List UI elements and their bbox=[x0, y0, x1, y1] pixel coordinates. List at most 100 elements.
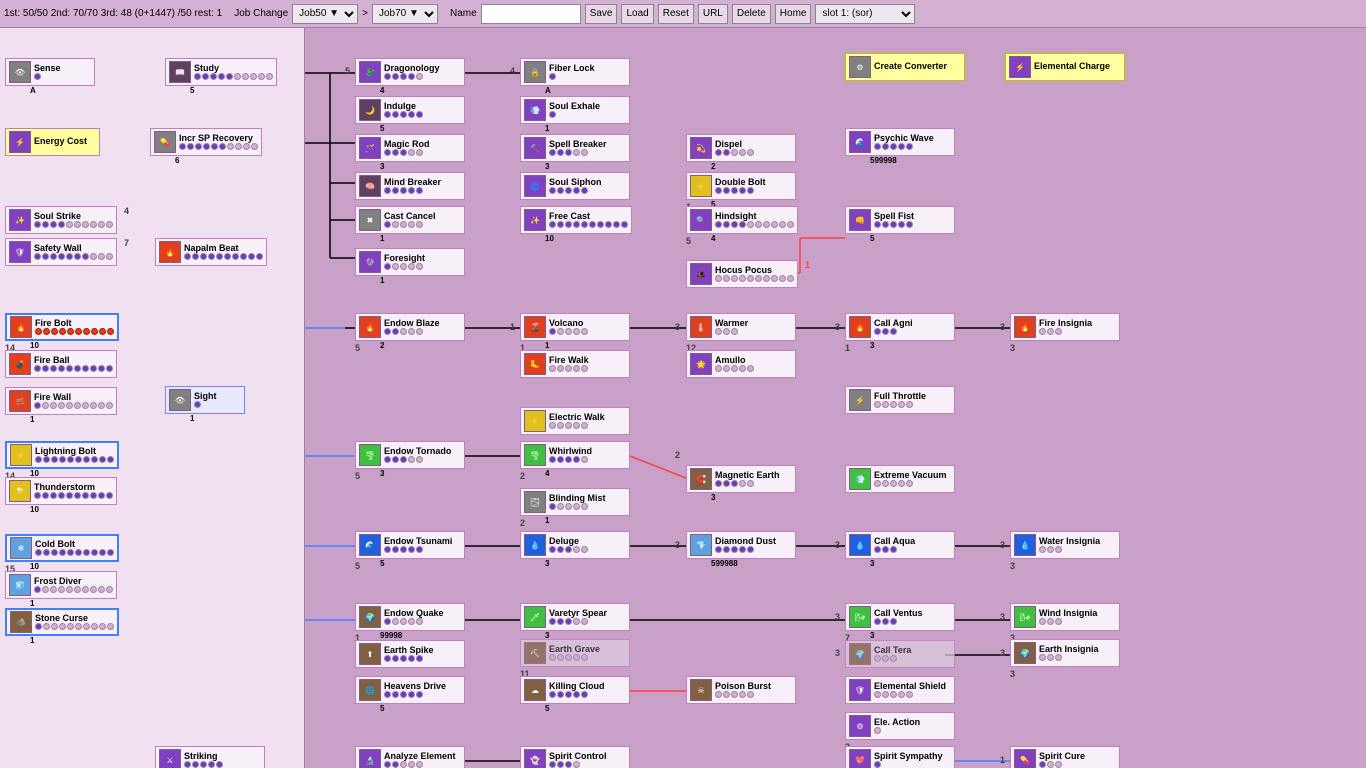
skill-poison-burst[interactable]: ☠ Poison Burst bbox=[686, 676, 796, 704]
save-button[interactable]: Save bbox=[585, 4, 618, 24]
delete-button[interactable]: Delete bbox=[732, 4, 771, 24]
skill-indulge[interactable]: 🌙 Indulge 5 bbox=[355, 96, 465, 133]
skill-spirit-control[interactable]: 👻 Spirit Control 3 bbox=[520, 746, 630, 768]
extremevacuum-icon: 💨 bbox=[849, 468, 871, 490]
fireball-icon: 💣 bbox=[9, 353, 31, 375]
skill-psychic-wave[interactable]: 🌊 Psychic Wave 599998 bbox=[845, 128, 955, 165]
soulstrike-name: Soul Strike bbox=[34, 212, 113, 222]
skill-deluge[interactable]: 💧 Deluge 3 bbox=[520, 531, 630, 568]
skill-striking[interactable]: ⚔ Striking 5 bbox=[155, 746, 265, 768]
job-to-select[interactable]: Job70 ▼ bbox=[372, 4, 438, 24]
skill-mind-breaker[interactable]: 🧠 Mind Breaker bbox=[355, 172, 465, 200]
skill-energy-cost[interactable]: ⚡ Energy Cost bbox=[5, 128, 100, 156]
skill-spell-breaker[interactable]: 🔨 Spell Breaker 3 bbox=[520, 134, 630, 171]
skill-magic-rod[interactable]: 🪄 Magic Rod 3 bbox=[355, 134, 465, 171]
skill-wind-insignia[interactable]: 🌬 Wind Insignia 3 bbox=[1010, 603, 1120, 631]
deluge-name: Deluge bbox=[549, 537, 588, 547]
skill-endow-blaze[interactable]: 🔥 Endow Blaze 2 5 bbox=[355, 313, 465, 350]
skill-volcano[interactable]: 🌋 Volcano 1 1 bbox=[520, 313, 630, 350]
skill-fiber-lock[interactable]: 🔒 Fiber Lock A bbox=[520, 58, 630, 95]
skill-lightning-bolt[interactable]: ⚡ Lightning Bolt 10 14 bbox=[5, 441, 119, 478]
skill-elemental-charge[interactable]: ⚡ Elemental Charge bbox=[1005, 53, 1125, 81]
skill-spirit-sympathy[interactable]: 💖 Spirit Sympathy 1 3 bbox=[845, 746, 955, 768]
url-button[interactable]: URL bbox=[698, 4, 728, 24]
skill-safety-wall[interactable]: 🛡 Safety Wall 7 bbox=[5, 238, 117, 266]
skill-cast-cancel[interactable]: ✖ Cast Cancel 1 bbox=[355, 206, 465, 243]
name-label: Name bbox=[450, 8, 477, 19]
name-input[interactable] bbox=[481, 4, 581, 24]
skill-earth-spike[interactable]: ⬆ Earth Spike bbox=[355, 640, 465, 668]
home-button[interactable]: Home bbox=[775, 4, 812, 24]
skill-electric-walk[interactable]: ⚡ Electric Walk bbox=[520, 407, 630, 435]
skill-heavens-drive[interactable]: 🌐 Heavens Drive 5 bbox=[355, 676, 465, 713]
skill-soul-exhale[interactable]: 💨 Soul Exhale 1 bbox=[520, 96, 630, 133]
skill-fire-bolt[interactable]: 🔥 Fire Bolt 10 14 bbox=[5, 313, 119, 350]
skill-hocus-pocus[interactable]: 🎩 Hocus Pocus 1 bbox=[686, 260, 798, 288]
skill-frost-diver[interactable]: 🧊 Frost Diver 1 bbox=[5, 571, 117, 608]
skill-thunderstorm[interactable]: ⛈ Thunderstorm 10 bbox=[5, 477, 117, 514]
skill-cold-bolt[interactable]: ❄ Cold Bolt 10 15 bbox=[5, 534, 119, 571]
skill-endow-tsunami[interactable]: 🌊 Endow Tsunami 5 5 bbox=[355, 531, 465, 568]
job-from-select[interactable]: Job50 ▼ bbox=[292, 4, 358, 24]
skill-endow-quake[interactable]: 🌍 Endow Quake 99998 1 bbox=[355, 603, 465, 640]
magneticearth-icon: 🧲 bbox=[690, 468, 712, 490]
skill-magnetic-earth[interactable]: 🧲 Magnetic Earth 3 bbox=[686, 465, 796, 502]
reset-button[interactable]: Reset bbox=[658, 4, 694, 24]
skill-water-insignia[interactable]: 💧 Water Insignia 3 bbox=[1010, 531, 1120, 559]
skill-call-ventus[interactable]: 🌬 Call Ventus 3 7 bbox=[845, 603, 955, 640]
skill-blinding-mist[interactable]: 🌫 Blinding Mist 1 2 bbox=[520, 488, 630, 525]
skill-spell-fist[interactable]: 👊 Spell Fist 5 bbox=[845, 206, 955, 243]
dispel-name: Dispel bbox=[715, 140, 754, 150]
skill-incr-sp[interactable]: 💊 Incr SP Recovery 6 bbox=[150, 128, 262, 165]
skill-dragonology[interactable]: 🐉 Dragonology 4 bbox=[355, 58, 465, 95]
skill-killing-cloud[interactable]: ☁ Killing Cloud 5 bbox=[520, 676, 630, 713]
skill-soul-strike[interactable]: ✨ Soul Strike 4 bbox=[5, 206, 117, 234]
skill-stone-curse[interactable]: 🪨 Stone Curse 1 bbox=[5, 608, 119, 645]
skill-hindsight[interactable]: 🔍 Hindsight 4 5 bbox=[686, 206, 798, 243]
skill-create-converter[interactable]: ⚙ Create Converter bbox=[845, 53, 965, 81]
spiritcontrol-name: Spirit Control bbox=[549, 752, 607, 762]
skill-sense[interactable]: 👁 Sense A bbox=[5, 58, 95, 95]
skill-sight[interactable]: 👁 Sight 1 bbox=[165, 386, 245, 423]
skill-analyze-element[interactable]: 🔬 Analyze Element 2 bbox=[355, 746, 465, 768]
skill-fire-wall[interactable]: 🧱 Fire Wall 1 bbox=[5, 387, 117, 424]
skill-call-agni[interactable]: 🔥 Call Agni 3 1 bbox=[845, 313, 955, 350]
earthgrave-icon: ⛏ bbox=[524, 642, 546, 664]
skill-double-bolt[interactable]: ⚡ Double Bolt 5 1 bbox=[686, 172, 796, 209]
skill-varetyr-spear[interactable]: 🗡 Varetyr Spear 3 bbox=[520, 603, 630, 640]
diamonddust-icon: 💎 bbox=[690, 534, 712, 556]
slot-select[interactable]: slot 1: (sor) bbox=[815, 4, 915, 24]
skill-earth-grave[interactable]: ⛏ Earth Grave 11 bbox=[520, 639, 630, 667]
skill-full-throttle[interactable]: ⚡ Full Throttle bbox=[845, 386, 955, 414]
frostdiver-level: 1 bbox=[30, 599, 34, 608]
skill-earth-insignia[interactable]: 🌍 Earth Insignia 3 bbox=[1010, 639, 1120, 667]
skill-amullo[interactable]: 🌟 Amullo bbox=[686, 350, 796, 378]
skill-fire-insignia[interactable]: 🔥 Fire Insignia 3 bbox=[1010, 313, 1120, 341]
skill-diamond-dust[interactable]: 💎 Diamond Dust 599988 bbox=[686, 531, 796, 568]
skill-soul-siphon[interactable]: 🌀 Soul Siphon bbox=[520, 172, 630, 200]
skill-fire-walk[interactable]: 🦶 Fire Walk bbox=[520, 350, 630, 378]
skill-ele-action[interactable]: ⚙ Ele. Action 3 bbox=[845, 712, 955, 740]
skill-free-cast[interactable]: ✨ Free Cast 10 bbox=[520, 206, 632, 243]
soulexhale-icon: 💨 bbox=[524, 99, 546, 121]
main-content: 👁 Sense A 📖 Study 5 ⚡ bbox=[0, 28, 1366, 768]
skill-elemental-shield[interactable]: 🛡 Elemental Shield bbox=[845, 676, 955, 704]
skill-spirit-cure[interactable]: 💊 Spirit Cure 1 bbox=[1010, 746, 1120, 768]
skill-extreme-vacuum[interactable]: 💨 Extreme Vacuum bbox=[845, 465, 955, 493]
skill-study[interactable]: 📖 Study 5 bbox=[165, 58, 277, 95]
spellbreaker-name: Spell Breaker bbox=[549, 140, 607, 150]
firewall-name: Fire Wall bbox=[34, 393, 113, 403]
skill-call-tera[interactable]: 🌍 Call Tera bbox=[845, 640, 955, 668]
skill-fire-ball[interactable]: 💣 Fire Ball bbox=[5, 350, 117, 378]
skill-whirlwind[interactable]: 🌪 Whirlwind 4 2 bbox=[520, 441, 630, 478]
castcancel-icon: ✖ bbox=[359, 209, 381, 231]
skill-warmer[interactable]: 🌡 Warmer 12 bbox=[686, 313, 796, 341]
load-button[interactable]: Load bbox=[621, 4, 653, 24]
skill-foresight[interactable]: 🔮 Foresight 1 bbox=[355, 248, 465, 285]
elementalshield-name: Elemental Shield bbox=[874, 682, 946, 692]
skill-napalm-beat[interactable]: 🔥 Napalm Beat bbox=[155, 238, 267, 266]
skill-call-aqua[interactable]: 💧 Call Aqua 3 bbox=[845, 531, 955, 568]
skill-dispel[interactable]: 💫 Dispel 2 bbox=[686, 134, 796, 171]
skill-endow-tornado[interactable]: 🌪 Endow Tornado 3 5 bbox=[355, 441, 465, 478]
incrsp-icon: 💊 bbox=[154, 131, 176, 153]
